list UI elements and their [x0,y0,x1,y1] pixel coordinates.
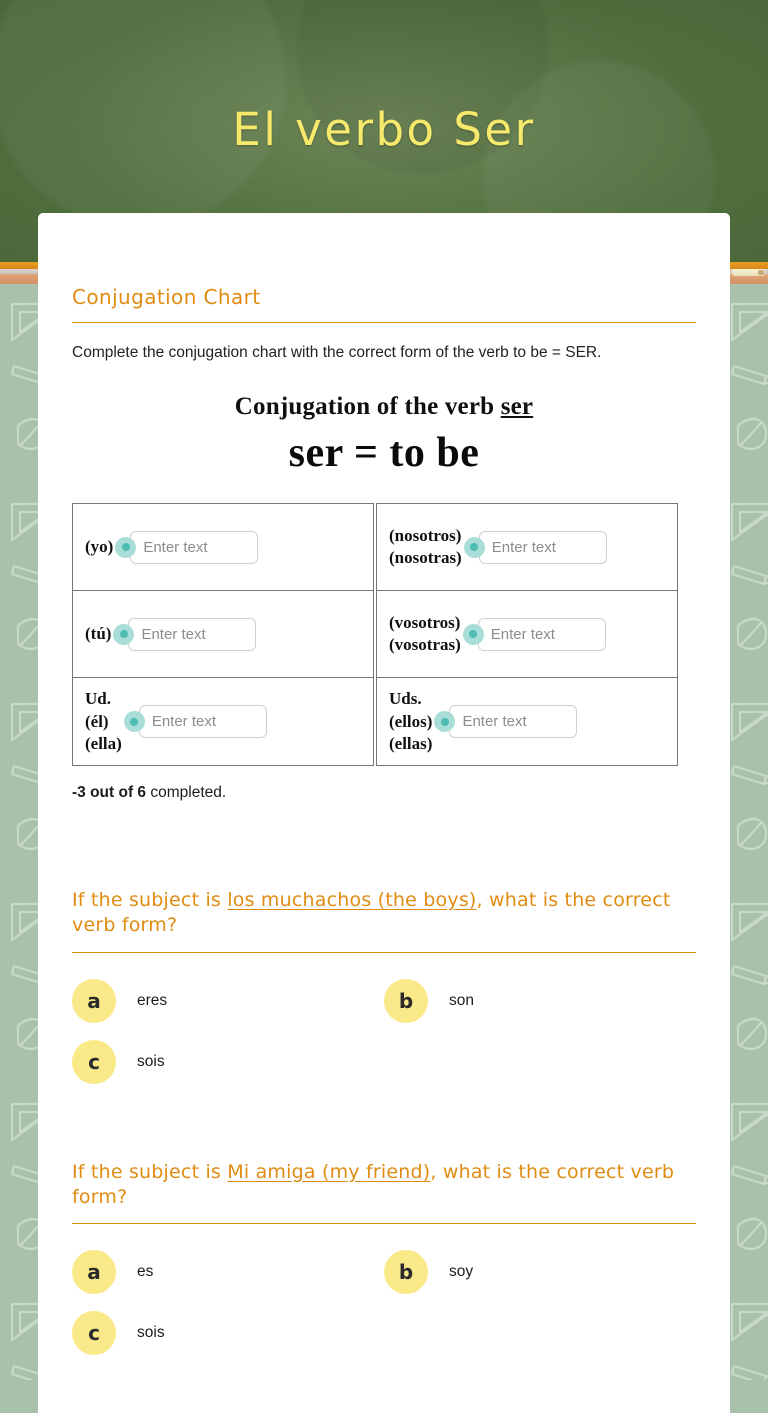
conjugation-column-plural: (nosotros) (nosotras) (vosotros) (vosotr… [376,503,678,767]
section-heading: Conjugation Chart [72,285,261,309]
question-subject: Mi amiga (my friend) [227,1160,431,1183]
question-text-1: If the subject is los muchachos (the boy… [72,888,696,939]
ledge-bar-orange [0,262,40,269]
option-label-c: sois [137,1052,165,1070]
option-label-a: eres [137,991,168,1009]
instructions-text: Complete the conjugation chart with the … [72,344,602,361]
answer-marker-icon [463,536,485,558]
answer-marker-icon [113,623,135,645]
option-b[interactable]: b soy [384,1250,696,1295]
conjugation-image-title-prefix: Conjugation of the verb [234,393,501,421]
conjugation-input-vosotros[interactable] [477,617,606,651]
option-c[interactable]: c sois [72,1039,384,1084]
option-badge-c: c [72,1311,116,1356]
section-divider [72,322,696,323]
chalk-ledge-left [0,262,40,284]
question-prefix: If the subject is [72,889,228,912]
chalk-stick-icon [732,269,765,276]
ledge-bar-wood [0,274,40,284]
option-a[interactable]: a es [72,1250,384,1295]
conjugation-image-subtitle: ser = to be [288,430,480,477]
answer-marker-icon [462,623,484,645]
completion-status: -3 out of 6 completed. [72,784,696,802]
question-text-2: If the subject is Mi amiga (my friend), … [72,1160,696,1211]
conjugation-table: (yo) (tú) Ud. (él) (ella) [72,503,696,767]
option-a[interactable]: a eres [72,978,384,1023]
option-badge-a: a [72,1250,116,1295]
option-badge-b: b [384,1250,428,1295]
option-label-b: soy [449,1263,474,1281]
conjugation-input-tu[interactable] [128,617,257,651]
conjugation-illustration: Conjugation of the verb ser ser = to be [72,393,696,477]
conjugation-input-el-ella[interactable] [138,705,267,739]
option-list-2: a es b soy c sois [72,1250,696,1356]
option-label-b: son [449,991,474,1009]
option-c[interactable]: c sois [72,1311,384,1356]
pronoun-label: (tú) [85,623,112,643]
option-list-1: a eres b son c sois [72,978,696,1084]
pronoun-label: (vosotros) (vosotras) [389,613,461,655]
question-divider [72,951,696,953]
conjugation-image-title: Conjugation of the verb ser [72,393,696,421]
completion-count: -3 out of 6 [72,784,147,802]
option-badge-a: a [72,978,116,1023]
option-label-a: es [137,1263,154,1281]
chalk-ledge-right [728,262,768,284]
conjugation-row: (vosotros) (vosotras) [377,591,677,679]
option-badge-b: b [384,978,428,1023]
conjugation-input-yo[interactable] [130,530,259,564]
pronoun-label: (nosotros) (nosotras) [389,526,462,568]
pronoun-label: (yo) [85,536,114,556]
question-subject: los muchachos (the boys) [227,889,477,912]
pronoun-label: Uds. (ellos) (ellas) [389,689,433,753]
conjugation-row: (tú) [73,591,373,679]
page-title: El verbo Ser [232,103,536,156]
option-badge-c: c [72,1039,116,1084]
conjugation-row: (nosotros) (nosotras) [377,504,677,592]
question-block-1: If the subject is los muchachos (the boy… [72,888,696,1084]
conjugation-row: Uds. (ellos) (ellas) [377,678,677,765]
option-b[interactable]: b son [384,978,696,1023]
conjugation-input-nosotros[interactable] [478,530,607,564]
conjugation-input-ellos-ellas[interactable] [449,705,578,739]
conjugation-image-title-underlined: ser [500,393,534,421]
conjugation-row: (yo) [73,504,373,592]
worksheet-card: Conjugation Chart Complete the conjugati… [38,213,730,1413]
answer-marker-icon [115,536,137,558]
question-block-2: If the subject is Mi amiga (my friend), … [72,1160,696,1356]
chalk-nub [758,270,764,275]
conjugation-row: Ud. (él) (ella) [73,678,373,765]
ledge-bar-orange [728,262,768,269]
conjugation-column-singular: (yo) (tú) Ud. (él) (ella) [72,503,374,767]
answer-marker-icon [123,711,145,733]
question-prefix: If the subject is [72,1160,228,1183]
completion-suffix: completed. [146,784,227,802]
option-label-c: sois [137,1324,165,1342]
pronoun-label: Ud. (él) (ella) [85,689,122,753]
question-divider [72,1223,696,1225]
